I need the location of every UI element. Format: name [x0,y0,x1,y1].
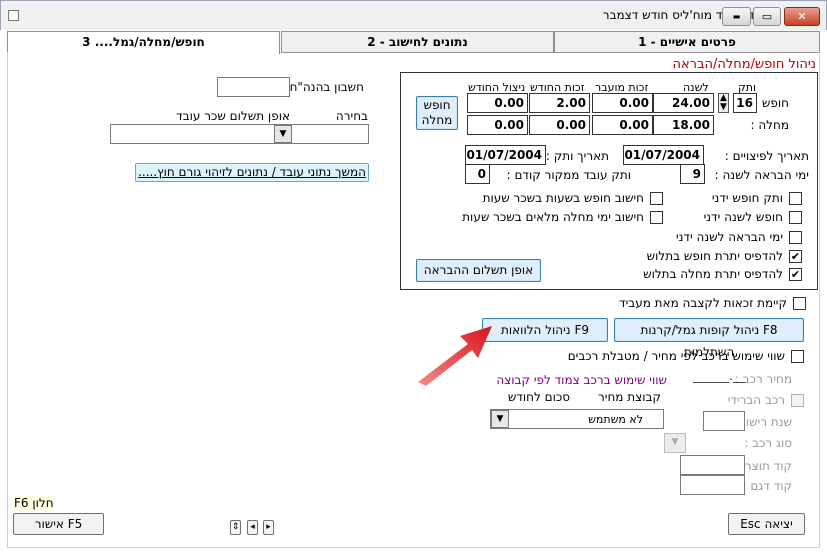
prev-vetek-label: ותק עובד ממקור קודם : [506,168,631,182]
vacation-sick-button[interactable]: חופש מחלה [416,96,458,130]
prev-vetek-field[interactable]: 0 [465,164,490,184]
vacation-leshana-field[interactable]: 24.00 [653,93,714,113]
havraa-payment-button[interactable]: אופן תשלום ההבראה [416,259,541,282]
maker-code-field[interactable] [680,455,745,475]
vacation-meuvar-field[interactable]: 0.00 [592,93,653,113]
manual-year-checkbox[interactable] [789,211,802,224]
maker-code-label: קוד תוצר : [736,459,792,473]
payment-method-dropdown[interactable] [110,124,292,144]
nav-left-icon[interactable]: ◂ [247,520,258,535]
window-icon[interactable] [8,10,19,21]
car-usage-value-checkbox[interactable] [791,350,804,363]
calc-vacation-hours-label: חישוב חופש בשעות בשכר שעות [482,191,644,205]
window-title: עובד 5 זיוד מוח'ליס חודש דצמבר [602,8,772,22]
manual-year-label: חופש לשנה ידני [703,210,783,224]
havraa-days-label: ימי הבראה לשנה : [714,168,809,182]
calc-vacation-hours-checkbox[interactable] [650,192,663,205]
havraa-days-field[interactable]: 9 [680,164,705,184]
continue-employee-data-button[interactable]: המשך נתוני עובד / נתונים לזיהוי גורם חוץ… [135,163,369,182]
vetek-date-field[interactable]: 01/07/2004 [465,145,546,165]
tab-vacation-sick[interactable]: חופש/מחלה/גמל.... 3 [7,31,280,54]
calc-sick-days-checkbox[interactable] [650,211,663,224]
sick-meuvar-field[interactable]: 0.00 [592,115,653,135]
vacation-vetek-field[interactable]: 16 [733,93,757,113]
red-arrow-icon [418,326,492,386]
manual-havraa-label: ימי הבראה לשנה ידני [675,230,783,244]
nav-right-icon[interactable]: ▸ [263,520,274,535]
hybrid-checkbox[interactable] [791,394,804,407]
print-vacation-label: להדפיס יתרת חופש בתלוש [646,249,783,263]
section-title: ניהול חופש/מחלה/הבראה [672,57,816,72]
calc-sick-days-label: חישוב ימי מחלה מלאים בשכר שעות [462,210,644,224]
car-type-label: סוג רכב : [744,436,792,450]
model-code-field[interactable] [680,475,745,495]
print-sick-checkbox[interactable]: ✔ [789,268,802,281]
dropdown-arrow-icon[interactable]: ▼ [274,125,292,143]
vacation-hachodesh-field[interactable]: 2.00 [529,93,590,113]
choice-dropdown[interactable] [292,124,369,144]
car-type-dropdown[interactable]: ▼ [664,433,686,453]
maximize-button[interactable]: ▭ [753,7,781,26]
model-code-label: קוד דגם : [742,479,792,493]
pension-rights-checkbox[interactable] [793,297,806,310]
updown-nav-icon[interactable]: ⇕ [230,520,241,535]
close-button[interactable]: ✕ [784,7,820,26]
esc-exit-button[interactable]: יציאה Esc [728,513,805,535]
reg-year-field[interactable] [703,411,745,431]
vetek-spinner[interactable]: ▲ ▼ [718,93,729,113]
vacation-label: חופש : [754,96,789,110]
car-usage-value-label: שווי שימוש ברכב לפי מחיר / מטבלת רכבים [567,349,785,363]
f8-pension-funds-button[interactable]: F8 ניהול קופות גמל/קרנות השתלמות [614,318,804,359]
tab-personal-details[interactable]: פרטים אישיים - 1 [554,31,820,52]
choice-label: בחירה [335,109,368,123]
sick-label: מחלה : [750,118,789,132]
dropdown-arrow-icon[interactable]: ▼ [491,410,509,428]
sick-nitzul-field[interactable]: 0.00 [467,115,528,135]
bank-account-label: חשבון בהנה"ח : [281,80,364,94]
hybrid-label: רכב הברידי [727,393,785,407]
manual-vetek-label: ותק חופש ידני [711,191,783,205]
group-usage-label: שווי שימוש ברכב צמוד לפי קבוצה [496,373,667,387]
checkmark-icon: ✔ [790,268,801,281]
dropdown-arrow-icon[interactable]: ▼ [665,434,685,452]
sick-leshana-field[interactable]: 18.00 [653,115,714,135]
bank-account-field[interactable] [217,77,290,97]
pension-rights-label: קיימת זכאות לקצבה מאת מעביד [619,296,787,310]
tab-calc-data[interactable]: נתונים לחישוב - 2 [281,31,554,52]
sick-hachodesh-field[interactable]: 0.00 [529,115,590,135]
f5-confirm-button[interactable]: F5 אישור [13,513,104,535]
price-group-label: קבוצת מחיר [598,390,661,404]
vacation-nitzul-field[interactable]: 0.00 [467,93,528,113]
severance-date-label: תאריך לפיצויים : [724,149,809,163]
print-sick-label: להדפיס יתרת מחלה בתלוש [643,267,783,281]
checkmark-icon: ✔ [790,250,801,263]
price-group-value: לא משתמש [588,413,643,426]
price-group-dropdown[interactable]: לא משתמש [490,409,664,429]
severance-date-field[interactable]: 01/07/2004 [623,145,704,165]
minimize-button[interactable]: ▬ [722,7,751,26]
payment-method-label: אופן תשלום שכר עובד [176,109,290,123]
spin-down-icon[interactable]: ▼ [720,102,727,112]
car-price-field[interactable]: ______.__ [676,369,745,387]
monthly-amount-label: סכום לחודש [507,390,570,404]
manual-havraa-checkbox[interactable] [789,231,802,244]
manual-vetek-checkbox[interactable] [789,192,802,205]
vetek-date-label: תאריך ותק : [545,149,609,163]
f6-window-label: F6 חלון [14,496,54,510]
print-vacation-checkbox[interactable]: ✔ [789,250,802,263]
